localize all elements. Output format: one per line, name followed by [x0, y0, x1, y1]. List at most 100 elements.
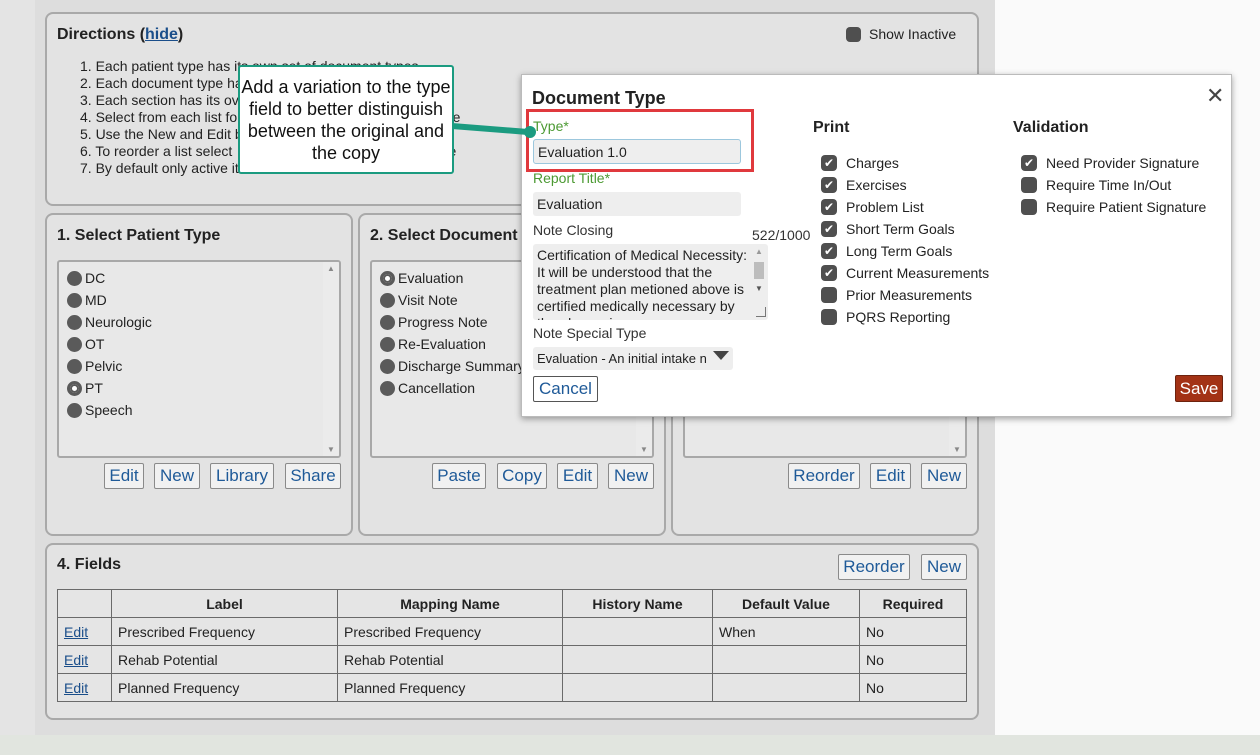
radio-icon[interactable] [67, 358, 82, 374]
print-option[interactable]: ✔ Problem List [821, 199, 924, 215]
checkbox-unchecked-icon[interactable] [1021, 177, 1037, 193]
validation-option[interactable]: ✔ Need Provider Signature [1021, 155, 1199, 171]
table-cell: Rehab Potential [111, 645, 338, 674]
checkbox-unchecked-icon[interactable] [1021, 199, 1037, 215]
scroll-down-icon[interactable]: ▼ [640, 445, 648, 454]
radio-icon[interactable] [380, 314, 395, 330]
checkbox-checked-icon[interactable]: ✔ [821, 221, 837, 237]
list-item[interactable]: OT [59, 333, 339, 355]
scroll-thumb[interactable] [754, 262, 764, 279]
radio-icon[interactable] [380, 380, 395, 396]
validation-option-label: Require Time In/Out [1046, 177, 1172, 193]
paste-button[interactable]: Paste [432, 463, 486, 489]
radio-selected-icon[interactable] [67, 380, 82, 396]
table-row: Edit Planned Frequency Planned Frequency… [57, 673, 967, 702]
library-button[interactable]: Library [210, 463, 274, 489]
save-button[interactable]: Save [1175, 375, 1223, 402]
copy-button[interactable]: Copy [497, 463, 547, 489]
scroll-up-icon[interactable]: ▲ [755, 247, 763, 256]
print-option-label: Problem List [846, 199, 924, 215]
new-document-type-button[interactable]: New [608, 463, 654, 489]
print-option[interactable]: PQRS Reporting [821, 309, 950, 325]
validation-option[interactable]: Require Time In/Out [1021, 177, 1171, 193]
print-option[interactable]: ✔ Long Term Goals [821, 243, 952, 259]
list-item[interactable]: MD [59, 289, 339, 311]
edit-section-button[interactable]: Edit [870, 463, 911, 489]
textarea-scrollbar[interactable]: ▲ ▼ [752, 247, 766, 293]
share-button[interactable]: Share [285, 463, 341, 489]
checkbox-unchecked-icon[interactable] [821, 287, 837, 303]
checkbox-checked-icon[interactable]: ✔ [821, 243, 837, 259]
new-field-button[interactable]: New [921, 554, 967, 580]
print-option[interactable]: ✔ Charges [821, 155, 899, 171]
list-item-label: PT [85, 380, 103, 396]
print-option[interactable]: Prior Measurements [821, 287, 972, 303]
new-patient-type-button[interactable]: New [154, 463, 200, 489]
type-field-highlight [526, 109, 754, 172]
scroll-down-icon[interactable]: ▼ [327, 445, 335, 454]
fields-title: 4. Fields [57, 556, 122, 573]
edit-field-link[interactable]: Edit [64, 624, 88, 640]
radio-icon[interactable] [67, 402, 82, 418]
table-cell [562, 617, 713, 646]
char-count: 522/1000 [752, 227, 811, 243]
radio-selected-icon[interactable] [380, 270, 395, 286]
list-item-label: Re-Evaluation [398, 336, 486, 352]
close-icon[interactable]: ✕ [1206, 85, 1224, 107]
column-header: History Name [562, 589, 713, 618]
patient-type-title: 1. Select Patient Type [57, 227, 221, 244]
reorder-sections-button[interactable]: Reorder [788, 463, 860, 489]
radio-icon[interactable] [380, 292, 395, 308]
print-option[interactable]: ✔ Exercises [821, 177, 907, 193]
list-item[interactable]: Speech [59, 399, 339, 421]
hide-directions-link[interactable]: hide [145, 26, 178, 43]
checkbox-unchecked-icon[interactable] [821, 309, 837, 325]
checkbox-checked-icon[interactable]: ✔ [1021, 155, 1037, 171]
scroll-up-icon[interactable]: ▲ [327, 264, 335, 273]
checkbox-checked-icon[interactable]: ✔ [821, 177, 837, 193]
note-special-type-select[interactable]: Evaluation - An initial intake n [533, 347, 733, 370]
table-cell: Edit [57, 673, 112, 702]
edit-field-link[interactable]: Edit [64, 652, 88, 668]
show-inactive-checkbox[interactable] [846, 26, 861, 42]
list-item-selected[interactable]: PT [59, 377, 339, 399]
print-option[interactable]: ✔ Short Term Goals [821, 221, 955, 237]
print-option[interactable]: ✔ Current Measurements [821, 265, 989, 281]
list-item[interactable]: DC [59, 267, 339, 289]
edit-field-link[interactable]: Edit [64, 680, 88, 696]
scroll-down-icon[interactable]: ▼ [755, 284, 763, 293]
edit-document-type-button[interactable]: Edit [557, 463, 598, 489]
column-header: Label [111, 589, 338, 618]
list-item[interactable]: Pelvic [59, 355, 339, 377]
report-title-input[interactable]: Evaluation [533, 192, 741, 216]
scrollbar[interactable]: ▲ ▼ [323, 262, 339, 456]
radio-icon[interactable] [67, 336, 82, 352]
edit-patient-type-button[interactable]: Edit [104, 463, 144, 489]
list-item-label: Pelvic [85, 358, 123, 374]
radio-icon[interactable] [67, 292, 82, 308]
validation-option[interactable]: Require Patient Signature [1021, 199, 1206, 215]
radio-icon[interactable] [67, 270, 82, 286]
radio-icon[interactable] [380, 358, 395, 374]
show-inactive-toggle[interactable]: Show Inactive [846, 26, 956, 42]
cancel-button[interactable]: Cancel [533, 376, 598, 402]
table-row: Edit Rehab Potential Rehab Potential No [57, 645, 967, 674]
patient-type-list[interactable]: DC MD Neurologic OT Pelvic PT Speech ▲ ▼ [57, 260, 341, 458]
list-item-label: Evaluation [398, 270, 464, 286]
select-value: Evaluation - An initial intake n [537, 351, 707, 366]
checkbox-checked-icon[interactable]: ✔ [821, 199, 837, 215]
reorder-fields-button[interactable]: Reorder [838, 554, 910, 580]
note-closing-textarea[interactable]: Certification of Medical Necessity: It w… [533, 244, 768, 320]
validation-option-label: Require Patient Signature [1046, 199, 1207, 215]
print-option-label: Charges [846, 155, 899, 171]
new-section-button[interactable]: New [921, 463, 967, 489]
checkbox-checked-icon[interactable]: ✔ [821, 265, 837, 281]
note-closing-label: Note Closing [533, 222, 614, 238]
resize-handle-icon[interactable] [756, 307, 766, 317]
radio-icon[interactable] [67, 314, 82, 330]
list-item[interactable]: Neurologic [59, 311, 339, 333]
list-item-label: MD [85, 292, 107, 308]
scroll-down-icon[interactable]: ▼ [953, 445, 961, 454]
radio-icon[interactable] [380, 336, 395, 352]
checkbox-checked-icon[interactable]: ✔ [821, 155, 837, 171]
